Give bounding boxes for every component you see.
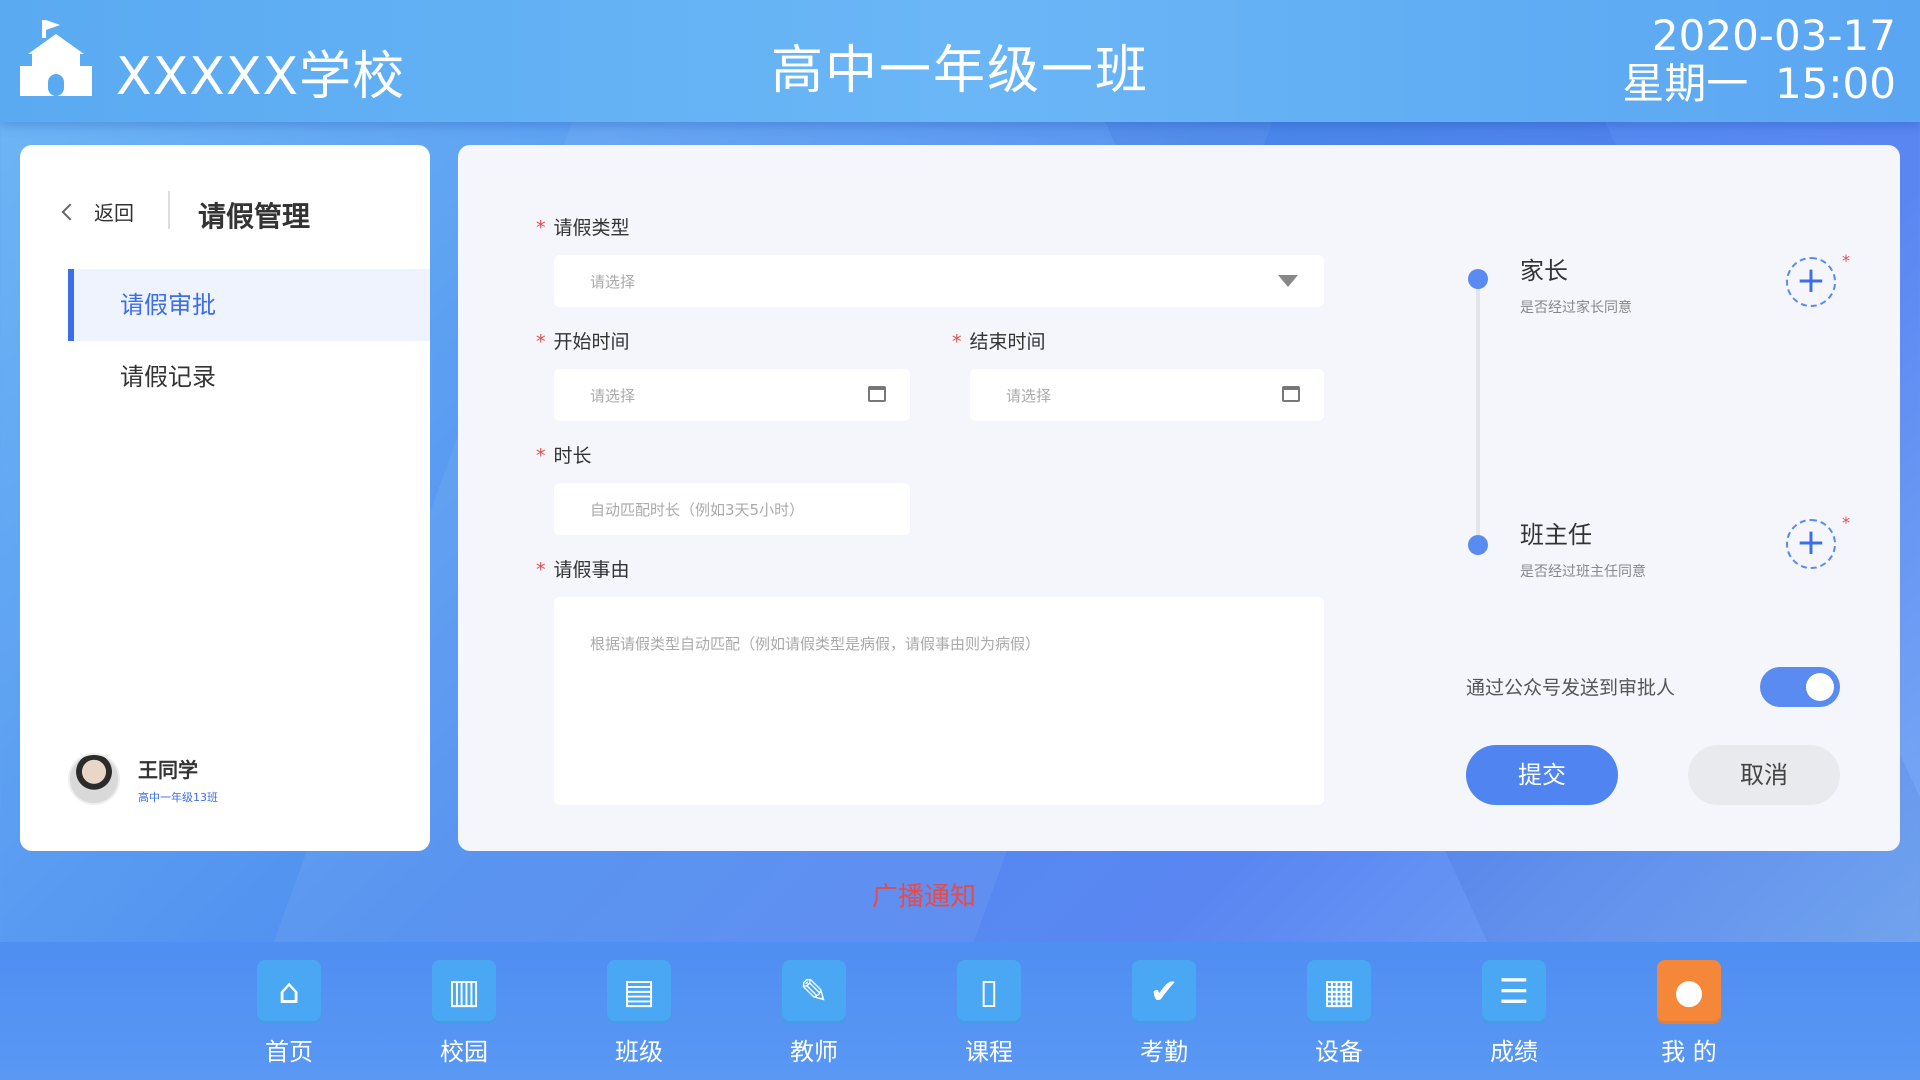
start-time-input[interactable]: 请选择 [554,369,910,421]
duration-placeholder: 自动匹配时长（例如3天5小时） [590,500,805,519]
device-icon: ▦ [1307,960,1371,1024]
duration-label: * 时长 [536,441,592,468]
attendance-icon: ✔ [1132,960,1196,1024]
approval-timeline [1476,275,1480,545]
reason-textarea[interactable]: 根据请假类型自动匹配（例如请假类型是病假，请假事由则为病假） [554,597,1324,805]
nav-label: 校园 [440,1038,488,1066]
required-mark: * [1842,251,1850,270]
nav-label: 考勤 [1140,1038,1188,1066]
reason-placeholder: 根据请假类型自动匹配（例如请假类型是病假，请假事由则为病假） [590,635,1041,653]
nav-item-home[interactable]: ⌂ 首页 [234,960,344,1067]
leave-type-select[interactable]: 请选择 [554,255,1324,307]
nav-label: 班级 [615,1038,663,1066]
nav-label: 教师 [790,1038,838,1066]
nav-item-attendance[interactable]: ✔ 考勤 [1109,960,1219,1067]
nav-label: 我 的 [1661,1038,1717,1066]
nav-label: 成绩 [1490,1038,1538,1066]
required-mark: * [536,331,546,353]
approver-parent-subtitle: 是否经过家长同意 [1520,300,1632,316]
user-icon: ● [1657,960,1721,1024]
nav-item-class[interactable]: ▤ 班级 [584,960,694,1067]
panel-title: 请假管理 [198,200,311,233]
leave-type-placeholder: 请选择 [590,272,636,291]
duration-label-text: 时长 [553,445,592,467]
leave-type-label-text: 请假类型 [553,217,630,239]
wechat-notify-label: 通过公众号发送到审批人 [1466,677,1676,699]
nav-label: 设备 [1315,1038,1363,1066]
end-time-input[interactable]: 请选择 [970,369,1324,421]
sidebar-item-label: 请假审批 [120,291,216,319]
course-icon: ▯ [957,960,1021,1024]
calendar-icon [1282,386,1300,402]
end-time-label-text: 结束时间 [969,331,1046,353]
add-teacher-approver-button[interactable]: + [1786,519,1836,569]
required-mark: * [1842,513,1850,532]
weekday-time-text: 星期一 15:00 [1622,59,1896,108]
sidebar-item-label: 请假记录 [120,363,216,391]
start-time-placeholder: 请选择 [590,386,636,405]
user-profile[interactable]: 王同学 高中一年级13班 [68,753,218,805]
sidebar-item-leave-records[interactable]: 请假记录 [68,341,430,413]
toggle-knob [1806,673,1834,701]
bottom-nav: ⌂ 首页 ▥ 校园 ▤ 班级 ✎ 教师 ▯ 课程 ✔ 考勤 ▦ 设备 ☰ 成绩 … [0,942,1920,1080]
nav-label: 首页 [265,1038,313,1066]
user-info: 王同学 高中一年级13班 [138,754,218,805]
required-mark: * [536,217,546,239]
required-mark: * [952,331,962,353]
submit-button[interactable]: 提交 [1466,745,1618,805]
avatar [68,753,120,805]
start-time-label: * 开始时间 [536,327,630,354]
reason-label: * 请假事由 [536,555,630,582]
nav-item-device[interactable]: ▦ 设备 [1284,960,1394,1067]
datetime: 2020-03-17 星期一 15:00 [1622,12,1896,108]
divider [168,191,170,229]
sidebar-item-leave-approval[interactable]: 请假审批 [68,269,430,341]
campus-icon: ▥ [432,960,496,1024]
sidebar: 返回 请假管理 请假审批 请假记录 王同学 高中一年级13班 [20,145,430,851]
nav-item-teacher[interactable]: ✎ 教师 [759,960,869,1067]
reason-label-text: 请假事由 [553,559,630,581]
add-parent-approver-button[interactable]: + [1786,257,1836,307]
leave-form-panel: * 请假类型 请选择 * 开始时间 请选择 * 结束时间 请选择 * 时长 自动匹配时长… [458,145,1900,851]
back-label: 返回 [94,201,134,225]
calendar-icon [868,386,886,402]
nav-item-grades[interactable]: ☰ 成绩 [1459,960,1569,1067]
end-time-placeholder: 请选择 [1006,386,1052,405]
required-mark: * [536,559,546,581]
approver-teacher-title: 班主任 [1520,521,1592,549]
timeline-dot [1468,535,1488,555]
header: XXXXX学校 高中一年级一班 2020-03-17 星期一 15:00 [0,0,1920,122]
cancel-button[interactable]: 取消 [1688,745,1840,805]
user-class: 高中一年级13班 [138,790,218,804]
end-time-label: * 结束时间 [952,327,1046,354]
nav-label: 课程 [965,1038,1013,1066]
start-time-label-text: 开始时间 [553,331,630,353]
leave-type-label: * 请假类型 [536,213,630,240]
nav-item-mine[interactable]: ● 我 的 [1634,960,1744,1067]
chevron-left-icon [61,203,79,220]
required-mark: * [536,445,546,467]
timeline-dot [1468,269,1488,289]
home-icon: ⌂ [257,960,321,1024]
dropdown-arrow-icon [1278,275,1298,287]
duration-input[interactable]: 自动匹配时长（例如3天5小时） [554,483,910,535]
wechat-notify-toggle[interactable] [1760,667,1840,707]
broadcast-notice[interactable]: 广播通知 [0,876,1848,913]
user-name: 王同学 [138,757,198,782]
grades-icon: ☰ [1482,960,1546,1024]
back-button[interactable]: 返回 [61,197,134,226]
nav-item-course[interactable]: ▯ 课程 [934,960,1044,1067]
approver-parent-title: 家长 [1520,257,1568,285]
nav-item-campus[interactable]: ▥ 校园 [409,960,519,1067]
date-text: 2020-03-17 [1651,11,1896,60]
class-icon: ▤ [607,960,671,1024]
approver-teacher-subtitle: 是否经过班主任同意 [1520,564,1646,580]
teacher-icon: ✎ [782,960,846,1024]
